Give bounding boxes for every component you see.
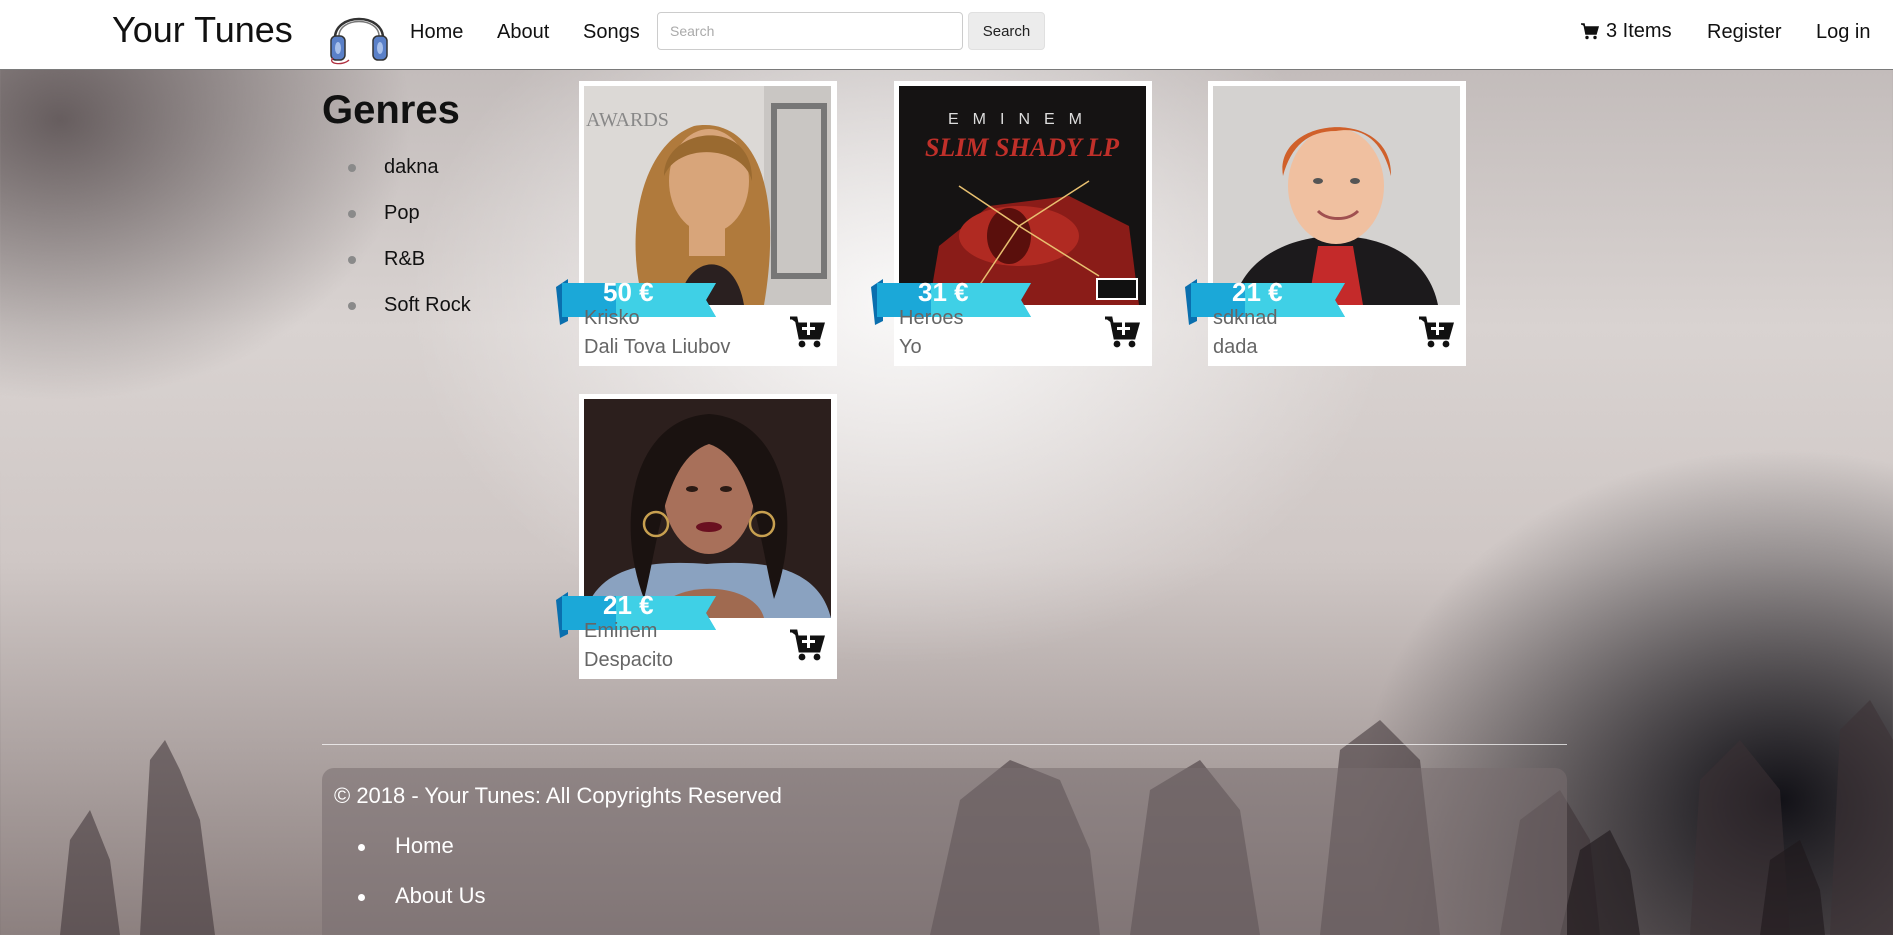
song-card[interactable]: 21 € sdknad dada bbox=[1185, 81, 1466, 366]
song-cover-image[interactable]: AWARDS bbox=[584, 86, 831, 305]
song-price: 21 € bbox=[1232, 277, 1283, 307]
genre-list: dakna Pop R&B Soft Rock bbox=[322, 150, 471, 334]
song-title: dada bbox=[1213, 336, 1258, 358]
login-link[interactable]: Log in bbox=[1816, 21, 1871, 44]
search-button[interactable]: Search bbox=[968, 12, 1045, 50]
footer-about-us-link[interactable]: About Us bbox=[334, 883, 486, 933]
song-card[interactable]: EMINEM SLIM SHADY LP 31 € Heroes Yo bbox=[871, 81, 1152, 366]
footer-home-link[interactable]: Home bbox=[334, 833, 486, 883]
song-artist: Heroes bbox=[899, 307, 964, 329]
footer: © 2018 - Your Tunes: All Copyrights Rese… bbox=[322, 768, 1567, 935]
song-cover-image[interactable] bbox=[1213, 86, 1460, 305]
song-title: Yo bbox=[899, 336, 922, 358]
cart-link[interactable]: 3 Items bbox=[1581, 20, 1672, 43]
song-card[interactable]: AWARDS 50 € Krisko Dali Tova Liubov bbox=[556, 81, 837, 366]
register-link[interactable]: Register bbox=[1707, 21, 1781, 44]
album-title-text: SLIM SHADY LP bbox=[925, 133, 1120, 162]
add-to-cart-icon[interactable] bbox=[1419, 316, 1454, 349]
shopping-cart-icon bbox=[1581, 23, 1599, 40]
album-band-text: EMINEM bbox=[948, 111, 1096, 128]
awards-text: AWARDS bbox=[586, 109, 669, 131]
top-navbar: Your Tunes Home About Songs Search 3 Ite… bbox=[0, 0, 1893, 70]
song-price: 21 € bbox=[603, 590, 654, 620]
song-artist: sdknad bbox=[1213, 307, 1278, 329]
add-to-cart-icon[interactable] bbox=[790, 316, 825, 349]
genre-link-soft-rock[interactable]: Soft Rock bbox=[322, 288, 471, 334]
brand-link[interactable]: Your Tunes bbox=[112, 9, 293, 51]
song-title: Despacito bbox=[584, 649, 673, 671]
song-price: 50 € bbox=[603, 277, 654, 307]
nav-about-link[interactable]: About bbox=[497, 21, 549, 44]
song-cover-image[interactable]: EMINEM SLIM SHADY LP bbox=[899, 86, 1146, 305]
genre-link-pop[interactable]: Pop bbox=[322, 196, 471, 242]
genre-link-dakna[interactable]: dakna bbox=[322, 150, 471, 196]
copyright-text: © 2018 - Your Tunes: All Copyrights Rese… bbox=[334, 783, 782, 808]
add-to-cart-icon[interactable] bbox=[790, 629, 825, 662]
genres-heading: Genres bbox=[322, 88, 460, 132]
genre-link-rnb[interactable]: R&B bbox=[322, 242, 471, 288]
song-title: Dali Tova Liubov bbox=[584, 336, 731, 358]
headphones-logo-icon[interactable] bbox=[323, 0, 395, 66]
song-artist: Eminem bbox=[584, 620, 658, 642]
nav-songs-link[interactable]: Songs bbox=[583, 21, 640, 44]
song-price: 31 € bbox=[918, 277, 969, 307]
footer-links: Home About Us bbox=[334, 833, 486, 933]
cart-items-label: 3 Items bbox=[1606, 20, 1672, 42]
footer-divider bbox=[322, 744, 1567, 745]
add-to-cart-icon[interactable] bbox=[1105, 316, 1140, 349]
nav-home-link[interactable]: Home bbox=[410, 21, 463, 44]
song-artist: Krisko bbox=[584, 307, 640, 329]
song-cover-image[interactable] bbox=[584, 399, 831, 618]
song-card[interactable]: 21 € Eminem Despacito bbox=[556, 394, 837, 679]
search-input[interactable] bbox=[657, 12, 963, 50]
